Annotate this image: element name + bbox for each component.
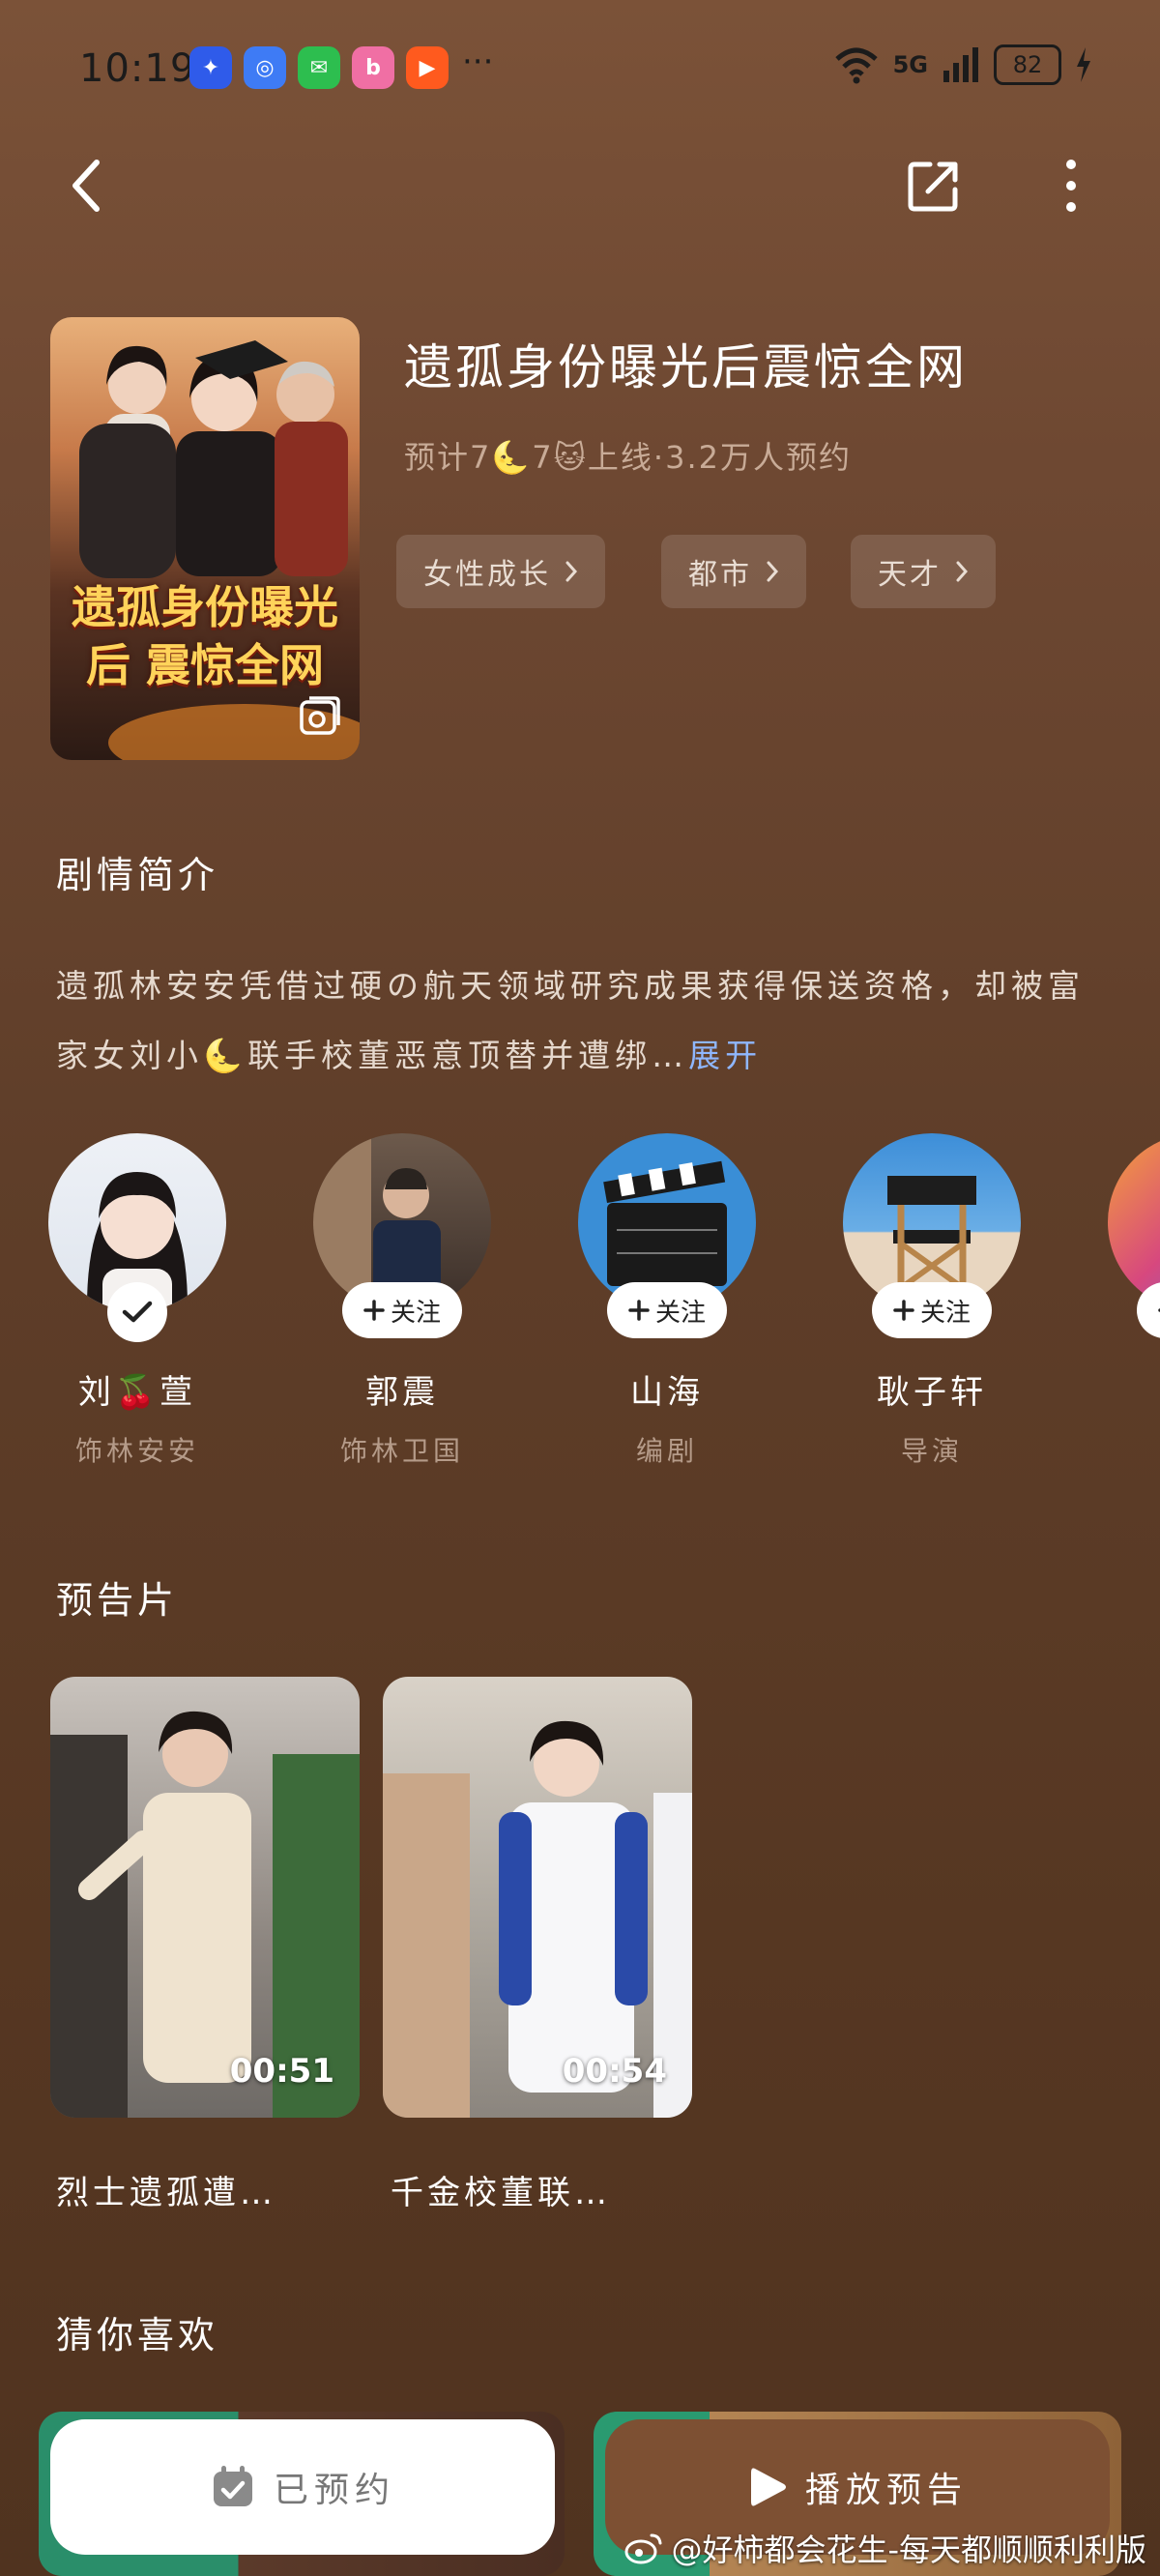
tag-female-growth[interactable]: 女性成长 [396, 535, 605, 608]
expand-link[interactable]: 展开 [688, 1037, 762, 1074]
cast-name: 耿子轩 [877, 1373, 987, 1412]
chevron-right-icon [956, 561, 969, 582]
cast-member-partial[interactable]: 关注 山河 出品 [1100, 1133, 1160, 1481]
watermark-text: @好柿都会花生-每天都顺顺利利版 [671, 2532, 1146, 2568]
back-button[interactable] [46, 147, 124, 224]
follow-button[interactable]: 关注 [341, 1282, 463, 1338]
more-button[interactable] [1032, 147, 1110, 224]
tag-label: 天才 [878, 558, 942, 592]
browser-app-icon: ◎ [244, 46, 286, 89]
cast-role: 饰林卫国 [339, 1435, 464, 1467]
cast-member[interactable]: 关注 耿子轩 导演 [835, 1133, 1029, 1469]
follow-button[interactable]: 关注 [871, 1282, 993, 1338]
followed-check[interactable] [107, 1282, 167, 1342]
cast-role: 出品 [1100, 1430, 1160, 1469]
cast-role: 饰林安安 [74, 1435, 199, 1467]
plus-icon [363, 1300, 385, 1321]
status-more: ··· [462, 43, 494, 81]
cast-name: 郭震 [365, 1373, 439, 1412]
battery-indicator: 82 [994, 44, 1061, 85]
trailer-title[interactable]: 千金校董联… [391, 2166, 611, 2213]
cast-name: 刘🍒萱 [77, 1373, 197, 1412]
tag-genius[interactable]: 天才 [851, 535, 996, 608]
cast-member[interactable]: 关注 郭震 饰林卫国 [305, 1133, 499, 1469]
status-time: 10:19 [79, 46, 196, 91]
wifi-icon [834, 47, 878, 84]
cast-member-clip: 关注 山河 出品 [1100, 1133, 1160, 1469]
trailers-heading: 预告片 [56, 1579, 179, 1622]
kuaishou-icon: ▶ [406, 46, 449, 89]
poster-title: 遗孤身份曝光后 震惊全网 [72, 581, 338, 691]
tag-label: 女性成长 [423, 558, 551, 592]
synopsis-text: 遗孤林安安凭借过硬の航天领域研究成果获得保送资格，却被富家女刘小🌜联手校董恶意顶… [56, 951, 1100, 1091]
trailer-card[interactable]: 00:54 [383, 1677, 692, 2118]
trailer-duration: 00:51 [229, 2052, 334, 2091]
follow-label: 关注 [390, 1298, 442, 1328]
chevron-right-icon [566, 561, 578, 582]
network-label: 5G [892, 51, 928, 78]
cast-role: 导演 [900, 1435, 963, 1467]
charging-icon [1077, 47, 1090, 82]
share-icon [908, 161, 958, 212]
trailer-card[interactable]: 00:51 [50, 1677, 360, 2118]
watermark: @好柿都会花生-每天都顺顺利利版 [624, 2526, 1146, 2570]
share-button[interactable] [895, 147, 972, 224]
reserved-label: 已预约 [273, 2471, 395, 2510]
tag-urban[interactable]: 都市 [661, 535, 806, 608]
follow-label: 关注 [919, 1298, 972, 1328]
trailer-duration: 00:54 [562, 2052, 667, 2091]
chevron-left-icon [72, 160, 100, 212]
signal-icon [943, 47, 978, 82]
plus-icon [893, 1300, 914, 1321]
cast-member[interactable]: 刘🍒萱 饰林安安 [41, 1133, 234, 1469]
synopsis-heading: 剧情简介 [56, 854, 219, 896]
reserved-button[interactable]: 已预约 [50, 2419, 555, 2555]
poster-badge-icon [300, 696, 340, 735]
chevron-right-icon [767, 561, 779, 582]
more-vertical-icon [1066, 160, 1076, 212]
wechat-icon: ✉ [298, 46, 340, 89]
status-indicators: 5G 82 [833, 44, 1092, 85]
trailer-title[interactable]: 烈士遗孤遭… [56, 2166, 276, 2213]
follow-button[interactable]: 关注 [606, 1282, 728, 1338]
cast-member[interactable]: 关注 山海 编剧 [570, 1133, 764, 1469]
tag-label: 都市 [688, 558, 752, 592]
play-icon [750, 2468, 786, 2506]
play-label: 播放预告 [804, 2471, 968, 2510]
cast-name: 山河 [1100, 1365, 1160, 1413]
plus-icon [628, 1300, 650, 1321]
check-icon [122, 1301, 153, 1323]
recommend-heading: 猜你喜欢 [56, 2314, 219, 2356]
drama-title: 遗孤身份曝光后震惊全网 [404, 339, 968, 395]
cast-role: 编剧 [635, 1435, 698, 1467]
cast-name: 山海 [630, 1373, 704, 1412]
bilibili-icon: b [352, 46, 394, 89]
release-info: 预计7🌜7🐱上线·3.2万人预约 [404, 439, 852, 476]
follow-label: 关注 [654, 1298, 707, 1328]
calendar-check-icon [213, 2466, 252, 2506]
weibo-icon [624, 2533, 662, 2564]
app-icon-blue: ✦ [189, 46, 232, 89]
synopsis-body: 遗孤林安安凭借过硬の航天领域研究成果获得保送资格，却被富家女刘小🌜联手校董恶意顶… [56, 967, 1085, 1074]
drama-poster[interactable]: 遗孤身份曝光后 震惊全网 [50, 317, 360, 760]
